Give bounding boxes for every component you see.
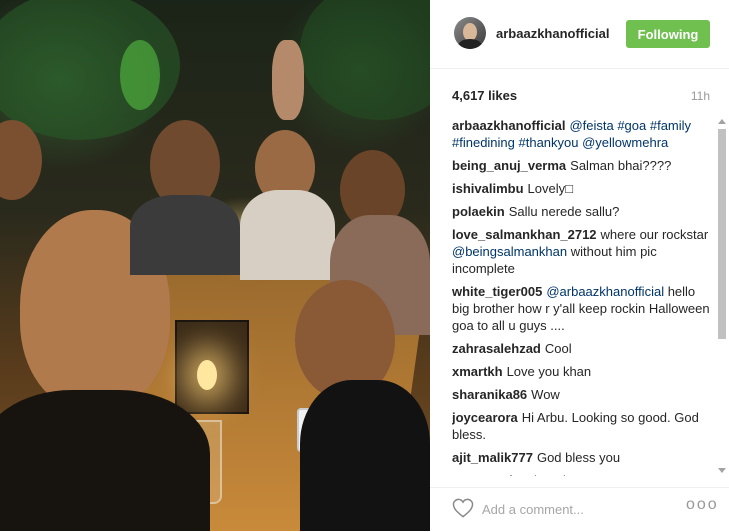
avatar-body <box>458 39 482 49</box>
comment-item: arbaazkhanofficial @feista #goa #family #… <box>452 117 712 151</box>
comment-text: God bless you <box>536 450 621 465</box>
comment-author-link[interactable]: ajit_malik777 <box>452 450 533 465</box>
comment-footer: ooo <box>430 487 729 532</box>
comment-author-link[interactable]: xmartkh <box>452 364 503 379</box>
post-header: arbaazkhanofficial Following <box>430 0 729 69</box>
comment-text: Lovely□ <box>527 181 573 196</box>
mention-link[interactable]: @arbaazkhanofficial <box>546 284 664 299</box>
candle-flame <box>197 360 217 390</box>
scrollbar-thumb[interactable] <box>718 129 726 339</box>
comment-item: xmartkh Love you khan <box>452 363 712 380</box>
comment-text: Sallu nerede sallu? <box>508 204 620 219</box>
comment-text: Salman bhai???? <box>570 158 672 173</box>
comment-text: Cool <box>544 341 572 356</box>
post-photo[interactable] <box>0 0 430 531</box>
comment-author-link[interactable]: love_salmankhan_2712 <box>452 227 597 242</box>
post-time: 11h <box>690 89 710 103</box>
comment-author-link[interactable]: ishivalimbu <box>452 181 524 196</box>
comment-author-link[interactable]: polaekin <box>452 204 505 219</box>
username-link[interactable]: arbaazkhanofficial <box>496 26 609 41</box>
comment-author-link[interactable]: sharanika86 <box>452 387 527 402</box>
comments-list[interactable]: arbaazkhanofficial @feista #goa #family #… <box>452 117 712 476</box>
scroll-up-arrow-icon[interactable] <box>718 119 726 124</box>
comment-item: zahrasalehzad Cool <box>452 340 712 357</box>
comment-author-link[interactable]: arbaazkhanofficial <box>452 118 565 133</box>
heart-icon[interactable] <box>452 498 474 518</box>
comment-item: ena_parvin Hi Jordy ... <box>452 472 712 476</box>
comments-scrollbar[interactable] <box>717 117 727 475</box>
waitress <box>272 40 304 120</box>
comment-item: joycearora Hi Arbu. Looking so good. God … <box>452 409 712 443</box>
person-foreground-body <box>0 390 210 531</box>
following-button[interactable]: Following <box>626 20 710 48</box>
comment-text: Wow <box>531 387 560 402</box>
comment-author-link[interactable]: white_tiger005 <box>452 284 542 299</box>
comment-item: white_tiger005 @arbaazkhanofficial hello … <box>452 283 712 334</box>
mention-link[interactable]: @beingsalmankhan <box>452 244 567 259</box>
comment-item: love_salmankhan_2712 where our rockstar @… <box>452 226 712 277</box>
post-sidebar: arbaazkhanofficial Following 4,617 likes… <box>430 0 729 531</box>
green-light <box>120 40 160 110</box>
comment-author-link[interactable]: joycearora <box>452 410 518 425</box>
comment-author-link[interactable]: ena_parvin <box>452 473 521 476</box>
comment-item: ishivalimbu Lovely□ <box>452 180 712 197</box>
avatar[interactable] <box>454 17 486 49</box>
likes-count[interactable]: 4,617 likes <box>452 88 517 103</box>
more-options-icon[interactable]: ooo <box>686 496 719 514</box>
scroll-down-arrow-icon[interactable] <box>718 468 726 473</box>
person-white-shirt-body <box>240 190 335 280</box>
comment-item: polaekin Sallu nerede sallu? <box>452 203 712 220</box>
comment-item: being_anuj_verma Salman bhai???? <box>452 157 712 174</box>
add-comment-input[interactable] <box>482 500 662 518</box>
comment-item: sharanika86 Wow <box>452 386 712 403</box>
person-center-back-body <box>130 195 240 275</box>
comment-text: Love you khan <box>506 364 592 379</box>
person-foreground-right-body <box>300 380 430 531</box>
foliage-right <box>300 0 430 120</box>
comment-item: ajit_malik777 God bless you <box>452 449 712 466</box>
comment-author-link[interactable]: being_anuj_verma <box>452 158 566 173</box>
comment-text: Hi Jordy ... <box>525 473 587 476</box>
comment-author-link[interactable]: zahrasalehzad <box>452 341 541 356</box>
